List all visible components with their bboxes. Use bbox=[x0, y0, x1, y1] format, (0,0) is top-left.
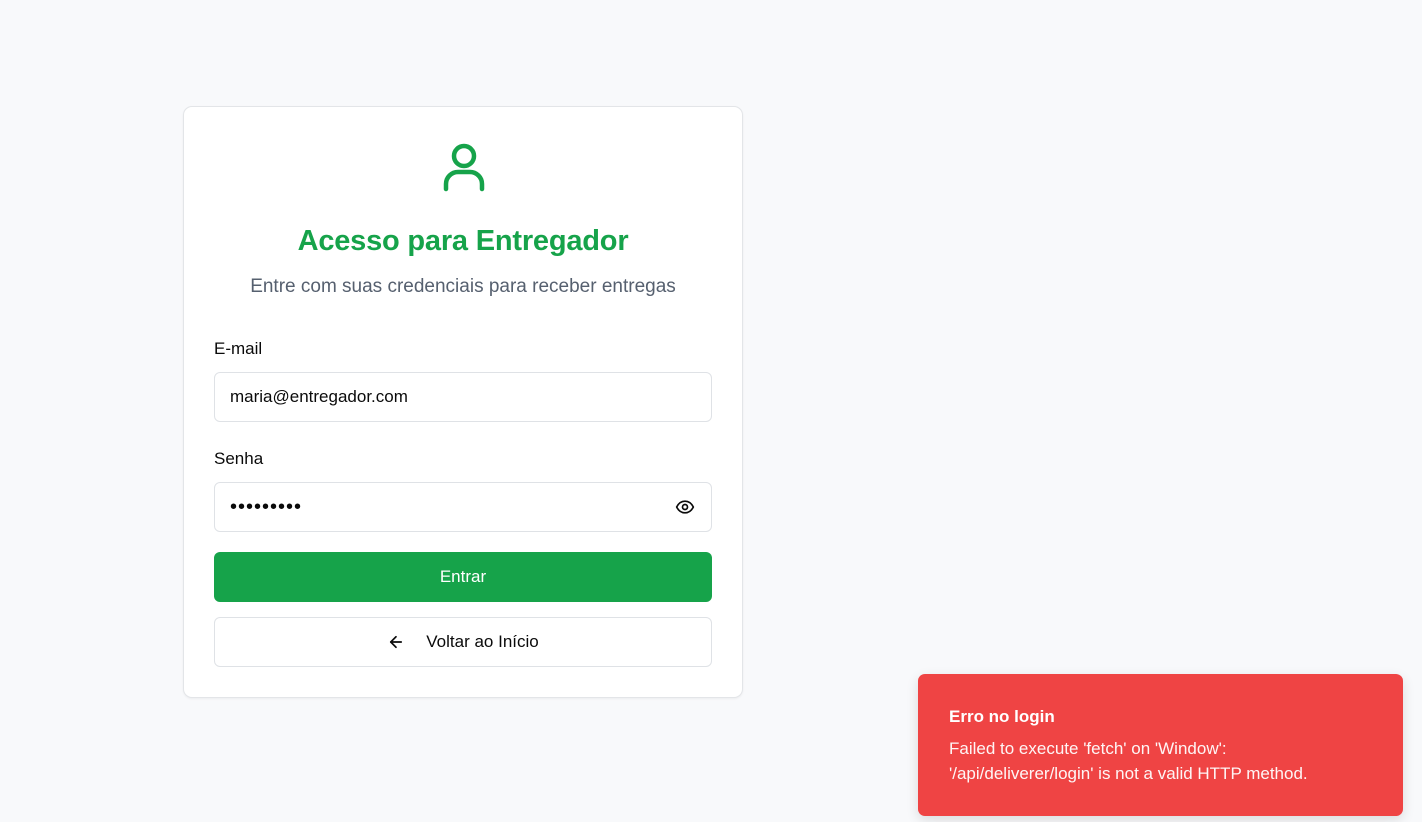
password-label: Senha bbox=[214, 449, 264, 468]
user-icon bbox=[443, 143, 485, 193]
toast-title: Erro no login bbox=[949, 707, 1055, 726]
login-page: Acesso para Entregador Entre com suas cr… bbox=[0, 0, 1422, 822]
page-subtitle: Entre com suas credenciais para receber … bbox=[250, 276, 676, 297]
email-label: E-mail bbox=[214, 339, 263, 358]
login-submit-button[interactable]: Entrar bbox=[214, 552, 712, 602]
eye-icon bbox=[675, 497, 695, 517]
show-password-toggle[interactable] bbox=[673, 496, 697, 518]
page-title: Acesso para Entregador bbox=[297, 225, 629, 257]
error-toast[interactable]: Erro no login Failed to execute 'fetch' … bbox=[918, 674, 1403, 816]
email-field[interactable] bbox=[214, 372, 712, 422]
back-to-home-button[interactable]: Voltar ao Início bbox=[214, 617, 712, 667]
password-field[interactable] bbox=[214, 482, 712, 532]
login-card: Acesso para Entregador Entre com suas cr… bbox=[183, 106, 743, 698]
toast-message-line: '/api/deliverer/login' is not a valid HT… bbox=[949, 764, 1308, 783]
toast-message-line: Failed to execute 'fetch' on 'Window': bbox=[949, 739, 1227, 758]
back-to-home-label: Voltar ao Início bbox=[426, 632, 539, 651]
arrow-left-icon bbox=[387, 633, 405, 651]
toast-message: Failed to execute 'fetch' on 'Window': '… bbox=[949, 736, 1372, 786]
